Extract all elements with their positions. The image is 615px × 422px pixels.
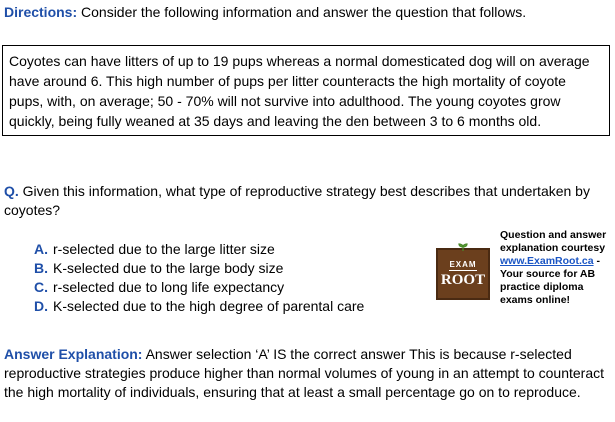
examroot-logo: EXAM ROOT xyxy=(436,243,490,300)
option-d[interactable]: D. K-selected due to the high degree of p… xyxy=(34,297,434,316)
examroot-link[interactable]: www.ExamRoot.ca xyxy=(500,255,594,267)
explanation-label: Answer Explanation: xyxy=(4,346,143,362)
directions: Directions: Consider the following infor… xyxy=(4,3,610,21)
directions-text: Consider the following information and a… xyxy=(77,4,527,20)
answer-explanation: Answer Explanation: Answer selection ‘A’… xyxy=(4,345,610,402)
credit-line1: Question and answer explanation courtesy xyxy=(500,229,607,254)
option-letter: C. xyxy=(34,279,48,295)
option-a[interactable]: A. r-selected due to the large litter siz… xyxy=(34,240,434,259)
option-text: K-selected due to the large body size xyxy=(53,260,284,276)
option-letter: A. xyxy=(34,241,48,257)
option-letter: B. xyxy=(34,260,48,276)
directions-label: Directions: xyxy=(4,4,78,20)
option-text: K-selected due to the high degree of par… xyxy=(53,298,365,314)
option-b[interactable]: B. K-selected due to the large body size xyxy=(34,259,434,278)
option-c[interactable]: C. r-selected due to long life expectancy xyxy=(34,278,434,297)
question-label: Q. xyxy=(4,183,19,199)
question: Q. Given this information, what type of … xyxy=(4,182,610,220)
sprout-icon xyxy=(458,243,468,251)
passage-box: Coyotes can have litters of up to 19 pup… xyxy=(2,45,610,136)
logo-main-text: ROOT xyxy=(440,271,486,288)
logo-top-text: EXAM xyxy=(449,259,477,271)
question-text: Given this information, what type of rep… xyxy=(4,183,590,218)
option-text: r-selected due to the large litter size xyxy=(53,241,275,257)
option-text: r-selected due to long life expectancy xyxy=(53,279,285,295)
answer-options: A. r-selected due to the large litter siz… xyxy=(34,240,434,316)
option-letter: D. xyxy=(34,298,48,314)
credit-note: Question and answer explanation courtesy… xyxy=(500,229,613,307)
